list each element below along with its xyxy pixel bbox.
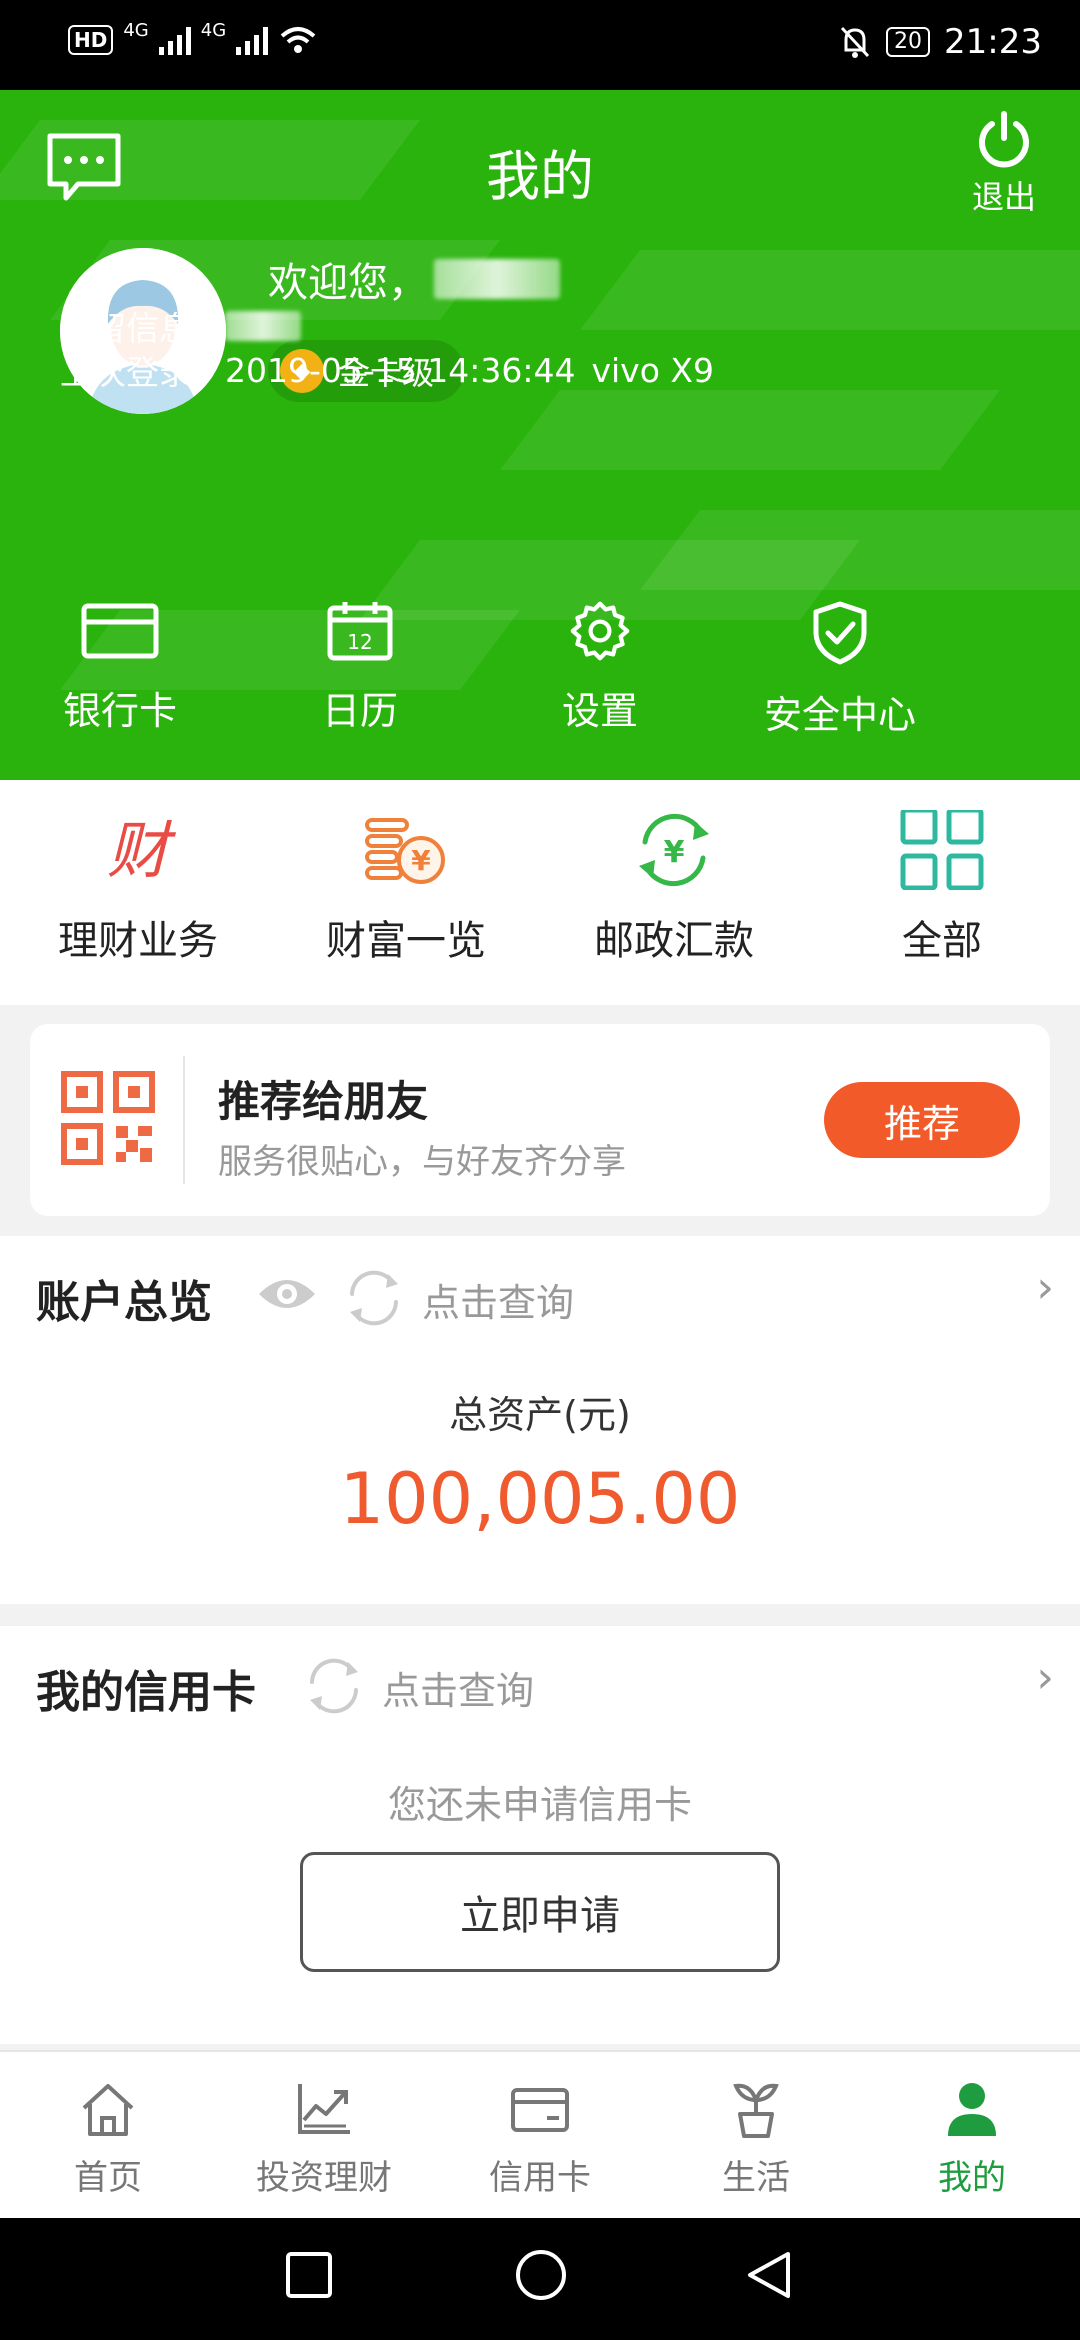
- service-label: 理财业务: [58, 918, 218, 964]
- nav-life[interactable]: 生活: [648, 2052, 864, 2218]
- welcome-text: 欢迎您，: [268, 250, 560, 308]
- recommend-title: 推荐给朋友: [218, 1077, 429, 1126]
- nav-label: 首页: [74, 2158, 142, 2198]
- hd-icon: HD: [68, 25, 114, 55]
- calendar-day: 12: [347, 630, 372, 654]
- shortcut-label: 银行卡: [62, 689, 177, 733]
- plant-sprout-icon: [733, 2083, 779, 2138]
- credit-card-section: 我的信用卡 点击查询 › 您还未申请信用卡 立即申请: [0, 1626, 1080, 2044]
- total-assets-value: 100,005.00: [339, 1458, 741, 1540]
- recommend-button[interactable]: 推荐: [824, 1082, 1020, 1158]
- service-wealth-overview[interactable]: ¥ 财富一览: [272, 780, 540, 1005]
- recent-apps-icon[interactable]: [284, 2250, 334, 2300]
- reserved-info-label: 预留信息：: [60, 309, 225, 348]
- nav-label: 投资理财: [256, 2158, 392, 2198]
- nav-mine[interactable]: 我的: [864, 2052, 1080, 2218]
- account-overview: 账户总览 点击查询 › 总资产(元) 100,005.00: [0, 1236, 1080, 1604]
- nav-home[interactable]: 首页: [0, 2052, 216, 2218]
- mute-bell-icon: [840, 26, 870, 58]
- reserved-info: 预留信息：: [60, 302, 301, 350]
- wifi-icon: [280, 27, 316, 53]
- nav-label: 生活: [722, 2158, 790, 2198]
- refresh-icon[interactable]: [304, 1656, 364, 1716]
- total-assets-label: 总资产(元): [449, 1393, 631, 1437]
- network-type-label: 4G: [123, 19, 149, 41]
- coins-yuan-icon: ¥: [365, 818, 445, 884]
- battery-icon: 20: [886, 27, 931, 57]
- chevron-right-icon[interactable]: ›: [1036, 1262, 1054, 1313]
- quick-services: 财 理财业务 ¥ 财富一览 ¥ 邮政汇款 全部: [0, 780, 1080, 1005]
- investment-chart-icon: [298, 2084, 350, 2134]
- clock: 21:23: [944, 22, 1042, 62]
- last-login-time: 2019-05-15 14:36:44: [225, 350, 576, 390]
- shortcut-calendar[interactable]: 12 日历: [240, 600, 480, 739]
- service-all[interactable]: 全部: [808, 780, 1076, 1005]
- status-bar: HD 4G 4G 20 21:23: [0, 0, 1080, 90]
- qr-code-icon: [61, 1071, 155, 1165]
- profile-header: 我的 退出 欢迎您， ◆ 金卡级 预留信息： 上次登录： 2019-05-15 …: [0, 90, 1080, 780]
- refresh-icon[interactable]: [344, 1268, 404, 1328]
- recommend-subtitle: 服务很贴心，与好友齐分享: [218, 1142, 626, 1182]
- masked-username: [434, 259, 560, 299]
- last-login: 上次登录： 2019-05-15 14:36:44 vivo X9: [60, 346, 714, 394]
- shortcut-security-center[interactable]: 安全中心: [720, 600, 960, 739]
- network-type-label-2: 4G: [200, 19, 227, 41]
- calendar-icon: 12: [327, 602, 393, 661]
- shortcut-label: 日历: [321, 689, 398, 733]
- settings-gear-icon: [570, 601, 630, 661]
- last-login-device: vivo X9: [591, 350, 714, 390]
- status-left: HD 4G 4G: [68, 20, 318, 56]
- shortcut-label: 安全中心: [763, 693, 916, 737]
- home-icon: [82, 2084, 134, 2136]
- wealth-icon: 财: [107, 814, 177, 887]
- recommend-card[interactable]: 推荐给朋友 服务很贴心，与好友齐分享 推荐: [30, 1024, 1050, 1216]
- nav-label: 信用卡: [489, 2158, 591, 2198]
- service-postal-remittance[interactable]: ¥ 邮政汇款: [540, 780, 808, 1005]
- service-label: 邮政汇款: [594, 918, 754, 964]
- system-navigation-bar: [0, 2218, 1080, 2340]
- account-overview-title: 账户总览: [36, 1277, 212, 1328]
- status-right: 20 21:23: [838, 22, 1042, 62]
- shortcut-settings[interactable]: 设置: [480, 600, 720, 739]
- masked-reserved-info: [225, 311, 301, 341]
- last-login-label: 上次登录：: [60, 353, 225, 392]
- divider: [183, 1056, 185, 1184]
- nav-investment[interactable]: 投资理财: [216, 2052, 432, 2218]
- credit-query-link[interactable]: 点击查询: [382, 1660, 534, 1715]
- account-query-link[interactable]: 点击查询: [422, 1272, 574, 1327]
- back-triangle-icon[interactable]: [744, 2250, 794, 2300]
- shortcut-label: 设置: [561, 689, 638, 733]
- apply-credit-card-button[interactable]: 立即申请: [300, 1852, 780, 1972]
- nav-label: 我的: [938, 2158, 1006, 2198]
- user-icon: [948, 2083, 996, 2136]
- home-circle-icon[interactable]: [514, 2248, 568, 2302]
- header-shortcuts: 银行卡 12 日历 设置 安全中心: [0, 600, 1080, 739]
- page-title: 我的: [486, 145, 594, 208]
- service-label: 财富一览: [326, 918, 486, 964]
- logout-label: 退出: [971, 178, 1036, 216]
- eye-icon[interactable]: [256, 1272, 318, 1316]
- service-wealth-management[interactable]: 财 理财业务: [4, 780, 272, 1005]
- bottom-navigation: 首页 投资理财 信用卡 生活 我的: [0, 2050, 1080, 2218]
- grid-all-icon: [900, 810, 984, 890]
- wealth-glyph: 财: [107, 814, 177, 887]
- logout-button[interactable]: 退出: [964, 108, 1044, 218]
- service-label: 全部: [902, 918, 982, 964]
- chevron-right-icon[interactable]: ›: [1036, 1652, 1054, 1703]
- signal-icon-2: [236, 25, 269, 55]
- bank-card-icon: [81, 603, 159, 659]
- shortcut-bank-card[interactable]: 银行卡: [0, 600, 240, 739]
- shield-check-icon: [813, 601, 867, 665]
- credit-card-title: 我的信用卡: [36, 1667, 256, 1718]
- coin-glyph: ¥: [411, 844, 431, 877]
- remittance-yuan-icon: ¥: [639, 813, 709, 887]
- power-icon: [979, 111, 1029, 168]
- signal-icon: [158, 25, 191, 55]
- credit-empty-message: 您还未申请信用卡: [387, 1783, 692, 1827]
- welcome-label: 欢迎您，: [268, 260, 428, 306]
- remittance-glyph: ¥: [664, 835, 685, 870]
- nav-credit-card[interactable]: 信用卡: [432, 2052, 648, 2218]
- credit-card-icon: [511, 2088, 569, 2132]
